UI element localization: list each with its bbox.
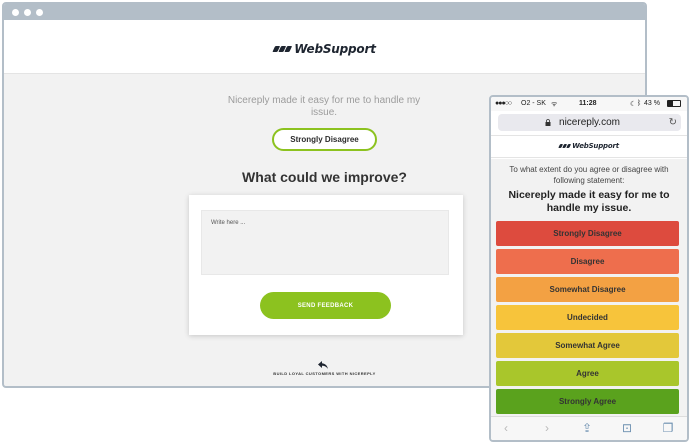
signal-strength-icon: ●●●○○ [495,100,512,107]
browser-titlebar [4,4,645,20]
back-icon[interactable]: ‹ [499,420,513,436]
survey-statement: Nicereply made it easy for me to handle … [227,95,421,118]
answer-option-somewhat-disagree[interactable]: Somewhat Disagree [496,277,679,302]
mobile-phone-frame: ●●●○○ O2 - SK ᯤ 11:28 ☾ ᛒ 43 % nicereply… [489,95,689,442]
battery-icon [667,100,681,107]
answer-option-somewhat-agree[interactable]: Somewhat Agree [496,333,679,358]
battery-percent: 43 % [644,100,660,107]
nicereply-reply-icon [318,361,328,369]
phone-websupport-logo[interactable]: WebSupport [558,142,619,150]
wifi-icon: ᯤ [551,101,558,108]
answer-option-undecided[interactable]: Undecided [496,305,679,330]
send-feedback-button[interactable]: SEND FEEDBACK [260,292,391,319]
phone-websupport-logo-mark-icon [558,144,572,148]
feedback-card: Write here ... SEND FEEDBACK [189,195,463,335]
forward-icon[interactable]: › [540,420,554,436]
phone-websupport-logo-text: WebSupport [572,142,619,150]
carrier-label: O2 - SK [521,100,546,107]
url-text: nicereply.com [559,117,620,128]
phone-status-bar: ●●●○○ O2 - SK ᯤ 11:28 ☾ ᛒ 43 % [491,97,687,111]
websupport-logo-mark-icon [271,46,292,52]
reload-icon[interactable]: ↻ [669,117,677,128]
answer-options-list: Strongly Disagree Disagree Somewhat Disagr… [496,221,679,417]
websupport-logo[interactable]: WebSupport [271,42,376,56]
phone-statement: Nicereply made it easy for me to handle … [508,189,670,214]
feedback-textarea[interactable]: Write here ... [201,210,449,275]
phone-site-header: WebSupport [491,135,687,158]
phone-survey-body: To what extent do you agree or disagree … [491,159,687,416]
phone-intro-text: To what extent do you agree or disagree … [509,165,669,185]
bookmarks-icon[interactable]: ⊡ [620,420,634,436]
window-close-dot[interactable] [12,9,19,16]
bluetooth-icon: ᛒ [637,100,642,107]
site-header: WebSupport [4,20,645,74]
status-time: 11:28 [579,100,597,107]
answer-option-strongly-disagree[interactable]: Strongly Disagree [496,221,679,246]
phone-bottom-toolbar: ‹ › ⇪ ⊡ ❐ [491,416,687,440]
answer-option-strongly-agree[interactable]: Strongly Agree [496,389,679,414]
window-minimize-dot[interactable] [24,9,31,16]
lock-icon [545,119,551,126]
websupport-logo-text: WebSupport [294,42,376,56]
answer-option-agree[interactable]: Agree [496,361,679,386]
window-maximize-dot[interactable] [36,9,43,16]
share-icon[interactable]: ⇪ [580,420,594,436]
address-bar[interactable]: nicereply.com ↻ [498,114,681,131]
answer-option-disagree[interactable]: Disagree [496,249,679,274]
tabs-icon[interactable]: ❐ [661,420,675,436]
selected-answer-button[interactable]: Strongly Disagree [272,128,377,151]
moon-icon: ☾ [630,101,637,108]
